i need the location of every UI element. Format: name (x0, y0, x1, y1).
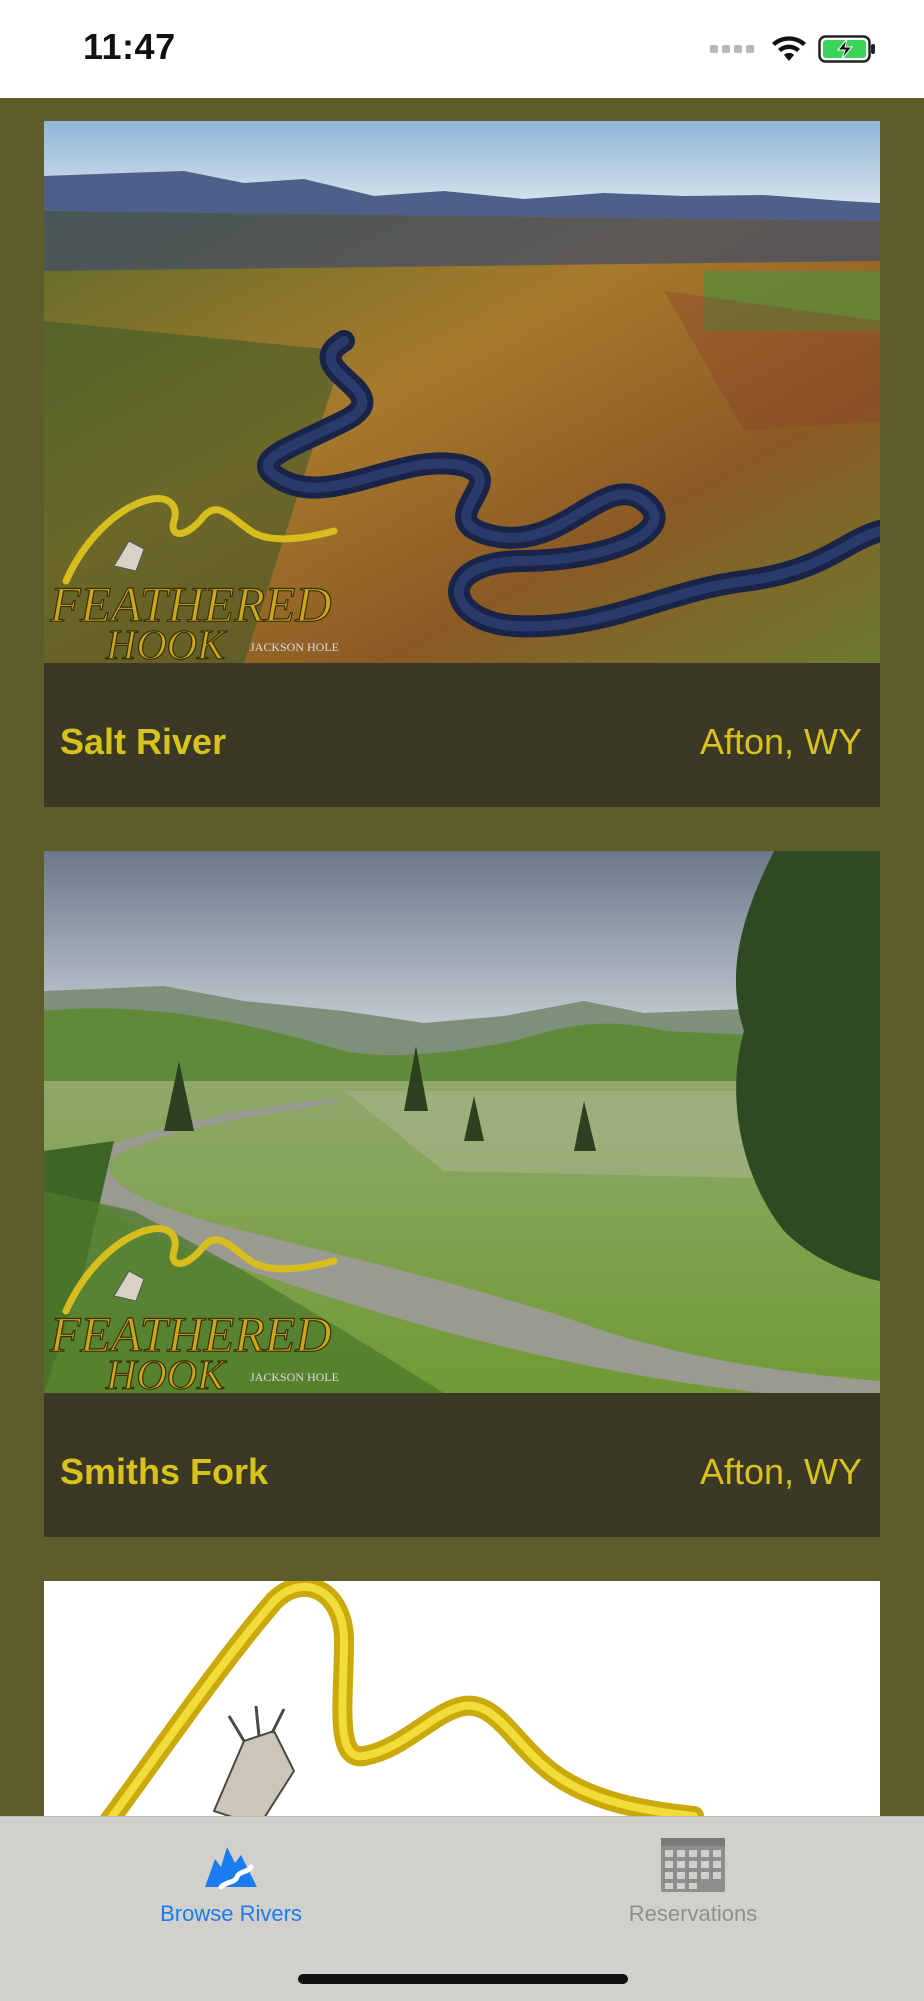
calendar-icon (659, 1835, 727, 1895)
tab-label: Reservations (628, 1901, 758, 1926)
river-name: Smiths Fork (60, 1451, 269, 1492)
tab-browse-rivers[interactable]: Browse Rivers (0, 1817, 462, 1947)
feathered-hook-logo (100, 1581, 704, 1816)
status-time: 11:47 (83, 26, 176, 67)
river-card-footer: Smiths Fork Afton, WY (44, 1393, 880, 1537)
cellular-signal-icon (710, 45, 754, 53)
river-location: Afton, WY (699, 1451, 862, 1492)
tab-label: Browse Rivers (160, 1901, 302, 1926)
river-photo: FEATHERED HOOK JACKSON HOLE (44, 121, 880, 663)
status-icons (710, 34, 876, 64)
wifi-icon (772, 36, 806, 61)
tab-reservations[interactable]: Reservations (462, 1817, 924, 1947)
battery-charging-icon (818, 35, 875, 63)
river-card-salt-river[interactable]: FEATHERED HOOK JACKSON HOLE Salt River A… (44, 121, 880, 807)
svg-text:HOOK: HOOK (105, 1353, 227, 1393)
river-card-partial[interactable] (44, 1581, 880, 1816)
home-indicator (298, 1974, 628, 1984)
river-photo (44, 1581, 880, 1816)
svg-text:JACKSON HOLE: JACKSON HOLE (250, 640, 339, 654)
status-bar: 11:47 (0, 0, 924, 98)
river-card-footer: Salt River Afton, WY (44, 663, 880, 807)
svg-text:HOOK: HOOK (105, 623, 227, 663)
river-mountains-icon (201, 1835, 261, 1895)
river-name: Salt River (60, 721, 227, 762)
river-list[interactable]: FEATHERED HOOK JACKSON HOLE Salt River A… (0, 98, 924, 1816)
river-photo: FEATHERED HOOK JACKSON HOLE (44, 851, 880, 1393)
river-location: Afton, WY (699, 721, 862, 762)
svg-text:JACKSON HOLE: JACKSON HOLE (250, 1370, 339, 1384)
river-card-smiths-fork[interactable]: FEATHERED HOOK JACKSON HOLE Smiths Fork … (44, 851, 880, 1537)
